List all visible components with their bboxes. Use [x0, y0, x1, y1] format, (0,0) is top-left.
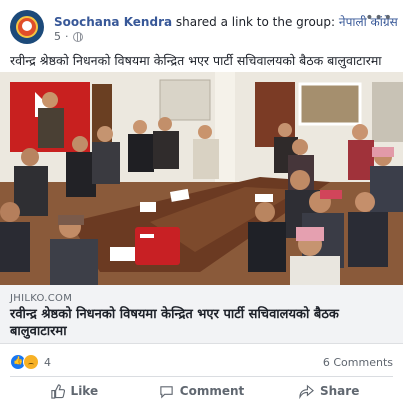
- link-preview-box[interactable]: JHILKO.COM रवीन्द्र श्रेष्ठको निधनको विष…: [0, 285, 403, 344]
- post-meta: 5 ·: [54, 30, 83, 43]
- comment-icon: [160, 385, 173, 398]
- share-icon: [299, 384, 314, 399]
- post-stats: 4 6 Comments: [10, 352, 393, 372]
- feed-post: Soochana Kendra shared a link to the gro…: [0, 0, 403, 407]
- link-preview-image[interactable]: [0, 72, 403, 285]
- post-time[interactable]: 5: [54, 30, 61, 43]
- reaction-count: 4: [44, 355, 51, 369]
- more-options-icon[interactable]: •••: [365, 10, 393, 26]
- author-avatar[interactable]: [10, 10, 44, 44]
- post-actions: Like Comment Share: [10, 376, 393, 405]
- globe-icon: [72, 31, 83, 42]
- post-message: रवीन्द्र श्रेष्ठको निधनको विषयमा केन्द्र…: [10, 53, 382, 68]
- sad-reaction-icon: [23, 354, 39, 370]
- link-domain: JHILKO.COM: [10, 293, 73, 304]
- meeting-photo: [0, 72, 403, 285]
- share-action-text: shared a link to the group:: [175, 15, 336, 29]
- reactions-summary[interactable]: 4: [10, 354, 51, 370]
- comment-label: Comment: [179, 384, 245, 398]
- post-header: Soochana Kendra shared a link to the gro…: [10, 10, 398, 46]
- post-header-line: Soochana Kendra shared a link to the gro…: [54, 13, 398, 30]
- share-label: Share: [320, 384, 360, 398]
- like-label: Like: [70, 384, 99, 398]
- share-button[interactable]: Share: [265, 377, 393, 405]
- meta-separator: ·: [65, 30, 69, 43]
- link-title[interactable]: रवीन्द्र श्रेष्ठको निधनको विषयमा केन्द्र…: [10, 306, 393, 340]
- comments-count[interactable]: 6 Comments: [323, 356, 393, 369]
- like-button[interactable]: Like: [10, 377, 138, 405]
- avatar-logo-dot: [22, 21, 32, 31]
- author-name[interactable]: Soochana Kendra: [54, 15, 172, 29]
- comment-button[interactable]: Comment: [138, 377, 266, 405]
- thumbs-up-icon: [50, 383, 65, 399]
